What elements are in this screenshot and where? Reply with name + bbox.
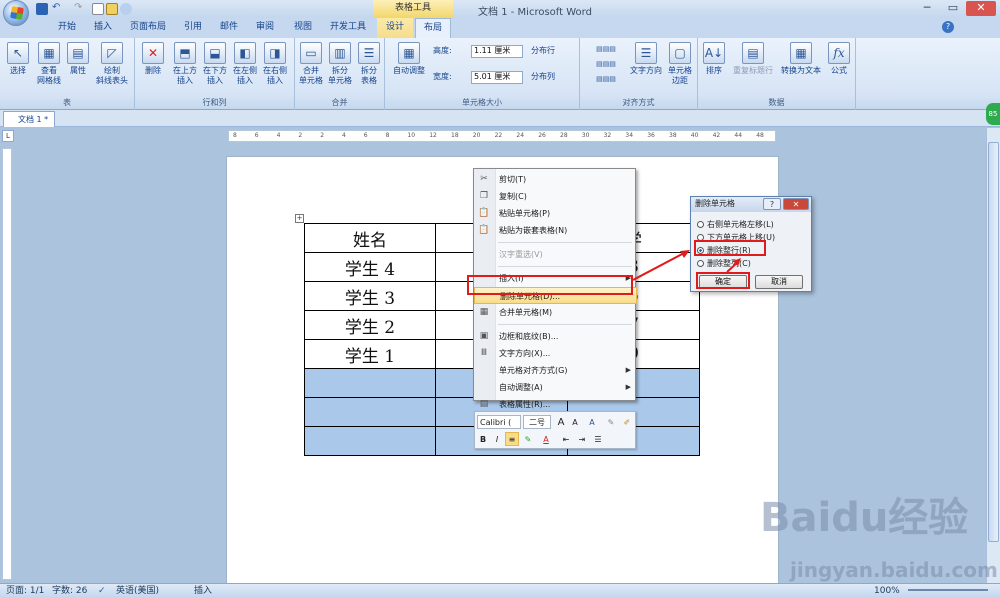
- baidu-watermark: Baidu经验 jingyan.baidu.com: [760, 488, 1000, 598]
- language[interactable]: 英语(美国): [116, 585, 159, 598]
- watermark-url: jingyan.baidu.com: [790, 558, 998, 582]
- proofing-icon[interactable]: ✓: [98, 585, 106, 598]
- scrollbar-thumb[interactable]: [988, 142, 999, 542]
- office-button[interactable]: [3, 0, 29, 26]
- page-count[interactable]: 页面: 1/1: [6, 585, 44, 598]
- insert-mode[interactable]: 插入: [194, 585, 212, 598]
- word-count[interactable]: 字数: 26: [52, 585, 87, 598]
- watermark-brand: Baidu经验: [760, 495, 969, 541]
- office-logo-icon: [10, 6, 24, 20]
